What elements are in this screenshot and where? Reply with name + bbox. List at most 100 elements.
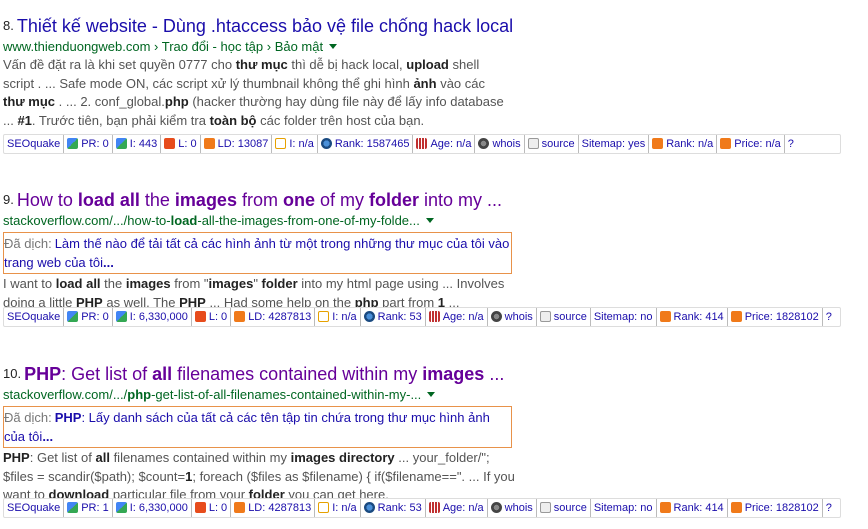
result-title-link[interactable]: Thiết kế website - Dùng .htaccess bảo vệ… xyxy=(17,16,513,36)
sitemap-metric[interactable]: Sitemap: yes xyxy=(579,135,650,153)
seoquake-bar: SEOquake PR: 1 I: 6,330,000 L: 0 LD: 4287813… xyxy=(3,498,841,518)
bing-icon xyxy=(194,311,206,322)
price-icon xyxy=(720,138,732,149)
source-icon xyxy=(527,138,539,149)
search-result-8: 8. Thiết kế website - Dùng .htaccess bảo … xyxy=(3,14,518,130)
result-number: 10. xyxy=(3,366,22,381)
result-title-link[interactable]: How to load all the images from one of m… xyxy=(17,190,502,210)
rank-metric[interactable]: Rank: 1587465 xyxy=(318,135,414,153)
result-snippet: PHP: Get list of all filenames contained… xyxy=(3,450,515,503)
link-domains-metric[interactable]: LD: 4287813 xyxy=(231,308,316,326)
whois-icon xyxy=(490,311,502,322)
result-title-line: 8. Thiết kế website - Dùng .htaccess bảo … xyxy=(3,14,518,38)
search-result-9: 9. How to load all the images from one of… xyxy=(3,188,518,312)
google-icon xyxy=(67,138,79,149)
google-index-metric[interactable]: I: 6,330,000 xyxy=(113,308,192,326)
alexa-icon xyxy=(659,311,671,322)
whois-link[interactable]: whois xyxy=(475,135,525,153)
source-icon xyxy=(539,502,551,513)
result-url[interactable]: stackoverflow.com/.../how-to-load-all-th… xyxy=(3,212,518,230)
alexa-rank-metric[interactable]: Rank: 414 xyxy=(657,499,728,517)
alexa-icon xyxy=(652,138,664,149)
seoquake-label[interactable]: SEOquake xyxy=(4,135,65,153)
source-link[interactable]: source xyxy=(537,499,591,517)
globe-icon xyxy=(363,311,375,322)
link-domains-metric[interactable]: LD: 4287813 xyxy=(231,499,316,517)
result-title-link[interactable]: PHP: Get list of all filenames contained… xyxy=(24,364,504,384)
price-metric[interactable]: Price: 1828102 xyxy=(728,308,823,326)
pagerank-metric[interactable]: PR: 0 xyxy=(64,308,113,326)
sitemap-metric[interactable]: Sitemap: no xyxy=(591,499,657,517)
google-index-metric[interactable]: I: 443 xyxy=(113,135,162,153)
help-button[interactable]: ? xyxy=(823,499,835,517)
google-icon xyxy=(67,502,79,513)
alexa-icon xyxy=(659,502,671,513)
whois-link[interactable]: whois xyxy=(488,308,537,326)
archive-icon xyxy=(428,311,440,322)
help-button[interactable]: ? xyxy=(823,308,835,326)
result-title-line: 9. How to load all the images from one of… xyxy=(3,188,518,212)
link-domains-metric[interactable]: LD: 13087 xyxy=(201,135,273,153)
result-number: 8. xyxy=(3,18,14,33)
links-metric[interactable]: L: 0 xyxy=(192,308,232,326)
seoquake-label[interactable]: SEOquake xyxy=(4,308,65,326)
whois-icon xyxy=(490,502,502,513)
price-metric[interactable]: Price: n/a xyxy=(717,135,785,153)
price-icon xyxy=(730,502,742,513)
result-number: 9. xyxy=(3,192,14,207)
result-snippet: Vấn đề đặt ra là khi set quyền 0777 cho … xyxy=(3,57,504,128)
yahoo-index-metric[interactable]: I: n/a xyxy=(315,308,361,326)
search-result-10: 10. PHP: Get list of all filenames contai… xyxy=(3,362,518,505)
yahoo-index-metric[interactable]: I: n/a xyxy=(315,499,361,517)
links-metric[interactable]: L: 0 xyxy=(192,499,232,517)
age-metric[interactable]: Age: n/a xyxy=(413,135,476,153)
bing-icon xyxy=(194,502,206,513)
pagerank-metric[interactable]: PR: 1 xyxy=(64,499,113,517)
yahoo-icon xyxy=(318,502,330,513)
archive-icon xyxy=(428,502,440,513)
ld-icon xyxy=(203,138,215,149)
translated-snippet[interactable]: Đã dịch: Làm thế nào để tải tất cả các hì… xyxy=(3,232,512,274)
age-metric[interactable]: Age: n/a xyxy=(426,308,488,326)
google-index-metric[interactable]: I: 6,330,000 xyxy=(113,499,192,517)
chevron-down-icon[interactable] xyxy=(427,392,436,397)
google-icon xyxy=(115,138,127,149)
google-icon xyxy=(67,311,79,322)
google-icon xyxy=(115,502,127,513)
chevron-down-icon[interactable] xyxy=(425,218,434,223)
yahoo-index-metric[interactable]: I: n/a xyxy=(272,135,318,153)
bing-icon xyxy=(164,138,176,149)
google-icon xyxy=(115,311,127,322)
alexa-rank-metric[interactable]: Rank: n/a xyxy=(649,135,718,153)
rank-metric[interactable]: Rank: 53 xyxy=(361,308,426,326)
help-button[interactable]: ? xyxy=(785,135,797,153)
source-icon xyxy=(539,311,551,322)
source-link[interactable]: source xyxy=(537,308,591,326)
yahoo-icon xyxy=(275,138,287,149)
seoquake-label[interactable]: SEOquake xyxy=(4,499,65,517)
age-metric[interactable]: Age: n/a xyxy=(426,499,488,517)
seoquake-bar: SEOquake PR: 0 I: 443 L: 0 LD: 13087 I: n/a Ra… xyxy=(3,134,841,154)
globe-icon xyxy=(320,138,332,149)
ld-icon xyxy=(234,311,246,322)
chevron-down-icon[interactable] xyxy=(329,44,338,49)
whois-icon xyxy=(478,138,490,149)
pagerank-metric[interactable]: PR: 0 xyxy=(64,135,113,153)
seoquake-bar: SEOquake PR: 0 I: 6,330,000 L: 0 LD: 4287813… xyxy=(3,307,841,327)
sitemap-metric[interactable]: Sitemap: no xyxy=(591,308,657,326)
price-icon xyxy=(730,311,742,322)
rank-metric[interactable]: Rank: 53 xyxy=(361,499,426,517)
globe-icon xyxy=(363,502,375,513)
links-metric[interactable]: L: 0 xyxy=(161,135,201,153)
translated-snippet[interactable]: Đã dịch: PHP: Lấy danh sách của tất cả cá… xyxy=(3,406,512,448)
result-title-line: 10. PHP: Get list of all filenames contai… xyxy=(3,362,518,386)
price-metric[interactable]: Price: 1828102 xyxy=(728,499,823,517)
alexa-rank-metric[interactable]: Rank: 414 xyxy=(657,308,728,326)
whois-link[interactable]: whois xyxy=(488,499,537,517)
result-url[interactable]: stackoverflow.com/.../php-get-list-of-al… xyxy=(3,386,518,404)
archive-icon xyxy=(416,138,428,149)
result-url[interactable]: www.thienduongweb.com › Trao đổi - học t… xyxy=(3,38,518,56)
ld-icon xyxy=(234,502,246,513)
yahoo-icon xyxy=(318,311,330,322)
source-link[interactable]: source xyxy=(525,135,579,153)
